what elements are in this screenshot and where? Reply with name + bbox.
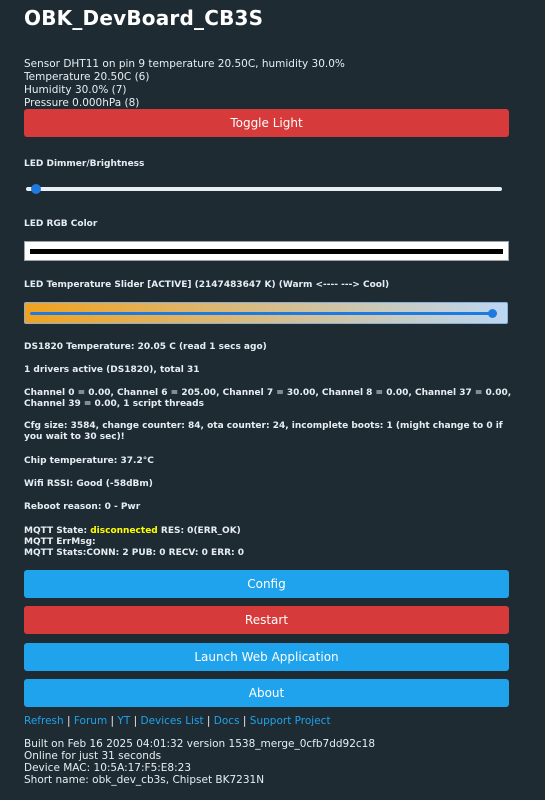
yt-link[interactable]: YT xyxy=(117,715,130,727)
rgb-color-picker[interactable] xyxy=(24,241,509,261)
temperature-slider-label: LED Temperature Slider [ACTIVE] (2147483… xyxy=(24,280,390,290)
temperature-slider-track xyxy=(30,312,497,315)
link-separator: | xyxy=(110,715,115,727)
forum-link[interactable]: Forum xyxy=(74,715,107,727)
short-name: Short name: obk_dev_cb3s, Chipset BK7231… xyxy=(24,774,265,786)
link-separator: | xyxy=(67,715,71,727)
mqtt-state-prefix: MQTT State: xyxy=(24,526,91,536)
link-separator: | xyxy=(206,715,211,727)
page-title: OBK_DevBoard_CB3S xyxy=(24,6,264,30)
docs-link[interactable]: Docs xyxy=(214,715,240,727)
temperature-line: Temperature 20.50C (6) xyxy=(24,71,150,83)
mqtt-state-line: MQTT State: disconnected RES: 0(ERR_OK) xyxy=(24,526,514,537)
chip-temperature: Chip temperature: 37.2°C xyxy=(24,456,154,466)
dimmer-label: LED Dimmer/Brightness xyxy=(24,159,145,169)
temperature-slider-handle[interactable] xyxy=(488,309,497,318)
device-mac: Device MAC: 10:5A:17:F5:E8:23 xyxy=(24,762,191,774)
rgb-label: LED RGB Color xyxy=(24,219,98,229)
build-info: Built on Feb 16 2025 04:01:32 version 15… xyxy=(24,738,376,750)
link-separator: | xyxy=(242,715,247,727)
toggle-light-button[interactable]: Toggle Light xyxy=(24,109,509,137)
footer-info: Built on Feb 16 2025 04:01:32 version 15… xyxy=(24,738,375,786)
refresh-link[interactable]: Refresh xyxy=(24,715,64,727)
config-button[interactable]: Config xyxy=(24,570,509,598)
restart-button[interactable]: Restart xyxy=(24,606,509,634)
wifi-rssi: Wifi RSSI: Good (-58dBm) xyxy=(24,479,153,489)
dimmer-slider[interactable] xyxy=(26,184,502,194)
devices-list-link[interactable]: Devices List xyxy=(140,715,203,727)
humidity-line: Humidity 30.0% (7) xyxy=(24,84,127,96)
mqtt-stats: MQTT Stats:CONN: 2 PUB: 0 RECV: 0 ERR: 0 xyxy=(24,548,245,558)
mqtt-state-suffix: RES: 0(ERR_OK) xyxy=(157,526,241,536)
ds1820-temperature: DS1820 Temperature: 20.05 C (read 1 secs… xyxy=(24,342,267,352)
sensor-info: Sensor DHT11 on pin 9 temperature 20.50C… xyxy=(24,58,524,110)
support-project-link[interactable]: Support Project xyxy=(250,715,331,727)
link-separator: | xyxy=(133,715,138,727)
mqtt-state-badge: disconnected xyxy=(90,526,158,536)
channels-info: Channel 0 = 0.00, Channel 6 = 205.00, Ch… xyxy=(24,388,512,409)
dimmer-slider-handle[interactable] xyxy=(30,184,41,194)
drivers-info: 1 drivers active (DS1820), total 31 xyxy=(24,365,200,375)
reboot-reason: Reboot reason: 0 - Pwr xyxy=(24,502,141,512)
cfg-info: Cfg size: 3584, change counter: 84, ota … xyxy=(24,421,503,442)
mqtt-info: MQTT State: disconnected RES: 0(ERR_OK) … xyxy=(24,526,514,559)
mqtt-errmsg: MQTT ErrMsg: xyxy=(24,537,96,547)
about-button[interactable]: About xyxy=(24,679,509,707)
sensor-line: Sensor DHT11 on pin 9 temperature 20.50C… xyxy=(24,58,345,70)
temperature-slider[interactable] xyxy=(24,302,508,324)
uptime-info: Online for just 31 seconds xyxy=(24,750,162,762)
rgb-color-swatch xyxy=(30,249,503,254)
footer-links: Refresh | Forum | YT | Devices List | Do… xyxy=(24,715,331,727)
launch-web-app-button[interactable]: Launch Web Application xyxy=(24,643,509,671)
